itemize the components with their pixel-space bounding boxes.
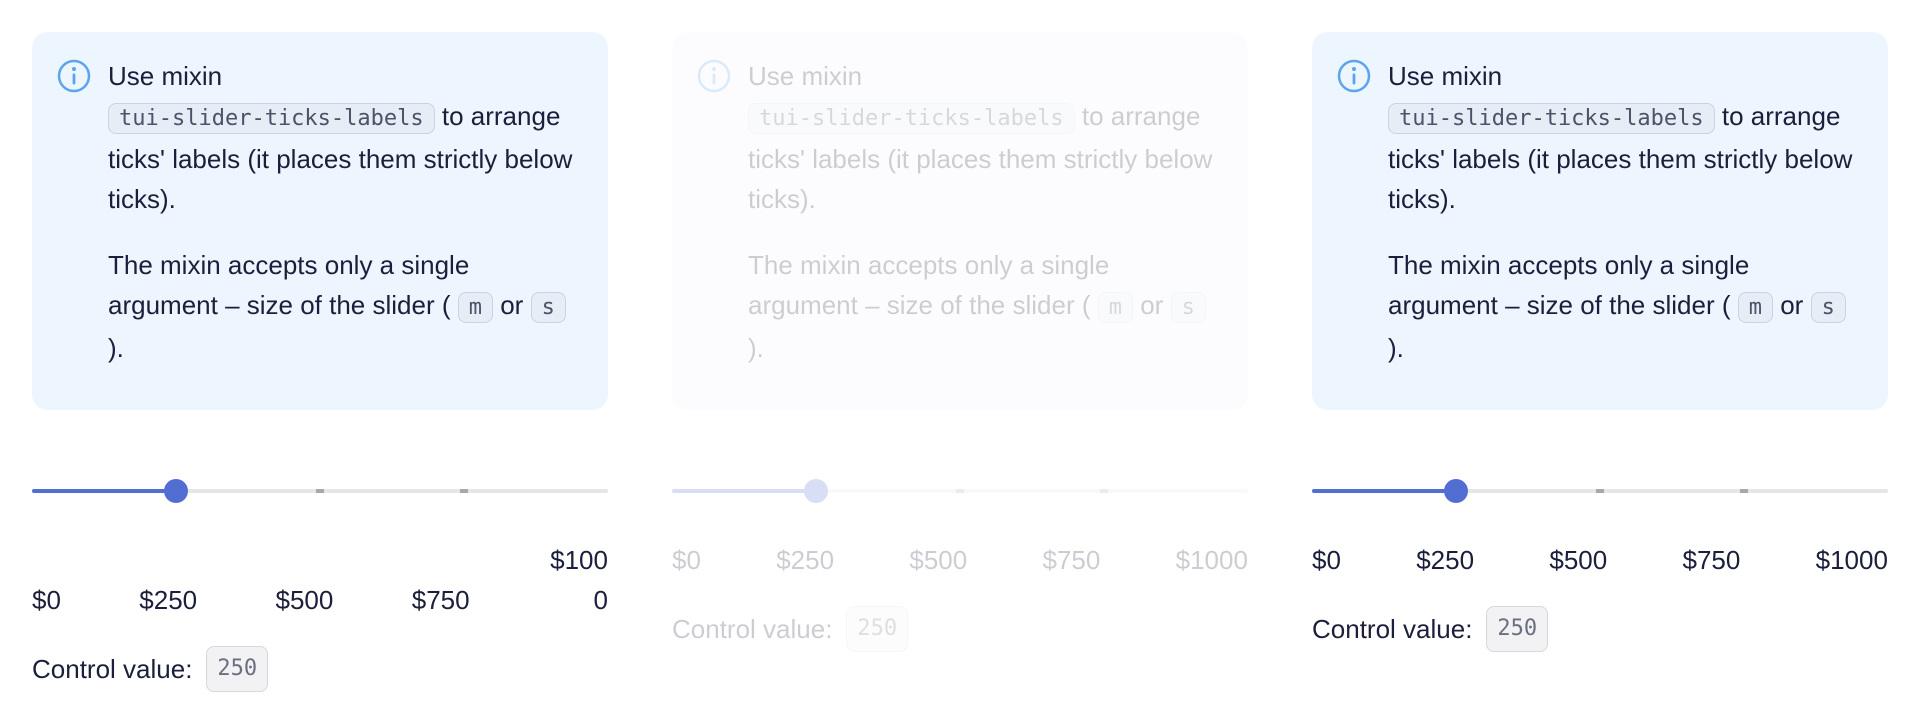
tick-label: $1000 (1175, 545, 1248, 575)
notice-paragraph-1: Use mixin tui-slider-ticks-labels to arr… (1388, 61, 1853, 214)
info-circle-icon (1337, 59, 1371, 93)
control-value-row: Control value: 250 (672, 606, 909, 652)
tick-label: $750 (1682, 545, 1741, 575)
example-panel-size-m: Use mixin tui-slider-ticks-labels to arr… (32, 32, 608, 692)
notice-paragraph-2: The mixin accepts only a single argument… (108, 245, 578, 368)
mixin-code: tui-slider-ticks-labels (1388, 103, 1715, 134)
tick-label: $250 (776, 545, 835, 575)
slider-tick (1596, 489, 1604, 493)
info-circle-icon (697, 59, 731, 93)
control-value-row: Control value: 250 (32, 646, 269, 692)
tick-label: $1000 (550, 545, 608, 615)
size-s-code: s (1170, 292, 1206, 323)
range-slider[interactable] (672, 476, 1248, 506)
info-circle-icon (57, 59, 91, 93)
control-value-label: Control value: (672, 614, 833, 644)
slider-fill (1312, 489, 1456, 493)
tick-label: $1000 (1815, 545, 1888, 575)
tick-label: $0 (32, 585, 61, 615)
tick-label: $250 (139, 585, 198, 615)
size-m-code: m (1737, 292, 1773, 323)
notice-paragraph-1: Use mixin tui-slider-ticks-labels to arr… (108, 61, 573, 214)
slider-tick (1100, 489, 1108, 493)
tick-label: $0 (1312, 545, 1341, 575)
mixin-code: tui-slider-ticks-labels (748, 103, 1075, 134)
ticks-labels: $0 $250 $500 $750 $1000 (32, 540, 608, 620)
size-m-code: m (1097, 292, 1133, 323)
size-s-code: s (1810, 292, 1846, 323)
slider-tick (1740, 489, 1748, 493)
notice-paragraph-2: The mixin accepts only a single argument… (748, 245, 1218, 368)
slider-tick (316, 489, 324, 493)
slider-thumb[interactable] (1444, 479, 1468, 503)
example-panel-faded: Use mixin tui-slider-ticks-labels to arr… (672, 32, 1248, 652)
control-value: 250 (846, 606, 909, 652)
slider-fill (32, 489, 176, 493)
example-panel-size-s: Use mixin tui-slider-ticks-labels to arr… (1312, 32, 1888, 652)
tick-label: $500 (909, 545, 968, 575)
tick-label: $250 (1416, 545, 1475, 575)
slider-tick (460, 489, 468, 493)
mixin-code: tui-slider-ticks-labels (108, 103, 435, 134)
notice-paragraph-2: The mixin accepts only a single argument… (1388, 245, 1858, 368)
control-value-label: Control value: (32, 654, 193, 684)
tick-label: $750 (1042, 545, 1101, 575)
range-slider[interactable] (1312, 476, 1888, 506)
control-value: 250 (1486, 606, 1549, 652)
info-notice: Use mixin tui-slider-ticks-labels to arr… (672, 32, 1248, 410)
tick-label: $0 (672, 545, 701, 575)
tick-label: $750 (411, 585, 470, 615)
info-notice: Use mixin tui-slider-ticks-labels to arr… (32, 32, 608, 410)
slider-tick (956, 489, 964, 493)
slider-thumb[interactable] (804, 479, 828, 503)
control-value-label: Control value: (1312, 614, 1473, 644)
info-notice: Use mixin tui-slider-ticks-labels to arr… (1312, 32, 1888, 410)
ticks-labels: $0 $250 $500 $750 $1000 (1312, 540, 1888, 580)
control-value: 250 (206, 646, 269, 692)
ticks-labels: $0 $250 $500 $750 $1000 (672, 540, 1248, 580)
size-s-code: s (530, 292, 566, 323)
slider-fill (672, 489, 816, 493)
control-value-row: Control value: 250 (1312, 606, 1549, 652)
size-m-code: m (457, 292, 493, 323)
tick-label: $500 (275, 585, 334, 615)
range-slider[interactable] (32, 476, 608, 506)
notice-paragraph-1: Use mixin tui-slider-ticks-labels to arr… (748, 61, 1213, 214)
slider-thumb[interactable] (164, 479, 188, 503)
tick-label: $500 (1549, 545, 1608, 575)
